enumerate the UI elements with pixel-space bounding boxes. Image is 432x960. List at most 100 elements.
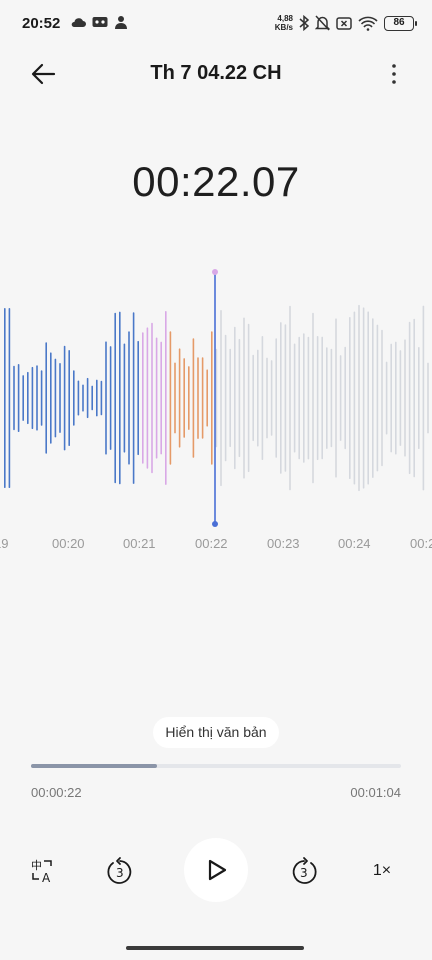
waveform-bar — [63, 345, 66, 451]
waveform-bar — [151, 322, 153, 474]
waveform-bar — [252, 354, 254, 442]
waveform-bar — [4, 308, 6, 488]
waveform-bar — [31, 366, 34, 430]
recording-title: Th 7 04.22 CH — [150, 62, 282, 84]
waveform-bar — [275, 338, 277, 458]
playback-controls: 中 A 3 3 1× — [0, 838, 432, 902]
waveform-bar — [247, 323, 250, 473]
svg-text:中: 中 — [31, 859, 42, 872]
waveform-bar — [36, 365, 38, 431]
waveform-bar — [330, 348, 333, 448]
timeline-tick-label: 00:2 — [410, 536, 432, 551]
waveform-bar — [183, 358, 185, 438]
waveform-bar — [367, 311, 369, 485]
network-speed-unit: KB/s — [274, 23, 293, 32]
waveform-bar — [50, 352, 52, 444]
forward-3-icon: 3 — [292, 857, 317, 884]
waveform-bar — [372, 318, 374, 478]
waveform-bar — [289, 305, 291, 491]
waveform-bar — [197, 357, 199, 439]
waveform-bar — [192, 338, 195, 458]
waveform-bar — [238, 338, 241, 458]
waveform-bar — [40, 370, 43, 426]
waveform-bar — [160, 341, 162, 455]
cloud-icon — [71, 18, 86, 27]
waveform-bar — [358, 304, 360, 492]
app-bar: Th 7 04.22 CH — [0, 50, 432, 98]
svg-text:A: A — [42, 871, 51, 884]
waveform-bar — [82, 384, 84, 412]
status-bar: 20:52 4,88 KB/s 86 — [0, 0, 432, 48]
timeline-tick-label: 00:21 — [123, 536, 156, 551]
waveform-bar — [261, 336, 264, 460]
waveform-bar — [243, 317, 245, 479]
svg-text:3: 3 — [116, 866, 124, 880]
more-vertical-icon — [392, 64, 396, 84]
svg-text:3: 3 — [300, 866, 308, 880]
waveform-bar — [293, 343, 296, 453]
forward-3s-button[interactable]: 3 — [287, 854, 321, 888]
waveform-bar — [211, 331, 213, 465]
waveform-bar — [224, 334, 227, 462]
waveform-bar — [234, 326, 236, 470]
waveform-bar — [385, 361, 388, 435]
waveform-bar — [17, 364, 20, 432]
waveform-bar — [22, 375, 24, 421]
more-options-button[interactable] — [388, 62, 400, 86]
wifi-icon — [358, 16, 378, 31]
waveform-bar — [100, 380, 103, 416]
user-icon — [115, 16, 127, 29]
timeline-tick-label: 00:22 — [195, 536, 228, 551]
waveform[interactable] — [0, 262, 432, 534]
progress-track[interactable] — [31, 764, 401, 768]
network-speed-value: 4,88 — [277, 14, 293, 23]
transcribe-button[interactable]: 中 A — [26, 854, 60, 888]
translate-icon: 中 A — [31, 859, 52, 884]
battery-icon: 86 — [384, 15, 417, 31]
waveform-bar — [298, 336, 300, 460]
elapsed-time: 00:22.07 — [132, 158, 300, 205]
waveform-bar — [326, 347, 328, 449]
waveform-bar — [201, 357, 204, 439]
message-icon — [92, 17, 108, 27]
waveform-bar — [376, 324, 379, 472]
waveform-bar — [105, 341, 107, 455]
waveform-bar — [362, 307, 365, 489]
waveform-bar — [119, 311, 121, 485]
waveform-bar — [266, 357, 268, 439]
waveform-bar — [307, 336, 310, 460]
waveform-bar — [174, 362, 176, 434]
waveform-bar — [123, 343, 126, 453]
waveform-bar — [137, 340, 139, 456]
waveform-bar — [206, 369, 208, 427]
waveform-bar — [316, 336, 319, 461]
waveform-bar — [86, 377, 89, 419]
waveform-bar — [399, 350, 402, 446]
waveform-bar — [395, 341, 397, 455]
mute-bell-icon — [315, 15, 330, 31]
playback-speed-label: 1× — [372, 862, 392, 879]
status-right-icons: 4,88 KB/s 86 — [274, 14, 417, 32]
playhead-top-handle[interactable] — [212, 269, 218, 275]
playback-speed-button[interactable]: 1× — [365, 854, 399, 888]
sim-off-icon — [336, 16, 352, 30]
rewind-3-icon: 3 — [107, 857, 132, 884]
waveform-bar — [96, 379, 98, 417]
home-indicator[interactable] — [126, 946, 304, 950]
waveform-bar — [257, 349, 259, 447]
waveform-bar — [8, 308, 11, 488]
play-button[interactable] — [184, 838, 248, 902]
playhead-bottom-handle[interactable] — [212, 521, 218, 527]
waveform-bar — [59, 363, 61, 433]
rewind-3s-button[interactable]: 3 — [103, 854, 137, 888]
show-text-button[interactable]: Hiển thị văn bản — [153, 717, 279, 748]
waveform-bar — [155, 337, 158, 459]
waveform-bar — [339, 355, 342, 441]
waveform-bar — [114, 312, 116, 484]
waveform-bar — [146, 327, 149, 469]
status-time: 20:52 — [22, 15, 61, 32]
waveform-bar — [280, 322, 282, 474]
waveform-bar — [73, 370, 75, 426]
timeline-tick-label: 00:24 — [338, 536, 371, 551]
waveform-bar — [188, 366, 190, 430]
